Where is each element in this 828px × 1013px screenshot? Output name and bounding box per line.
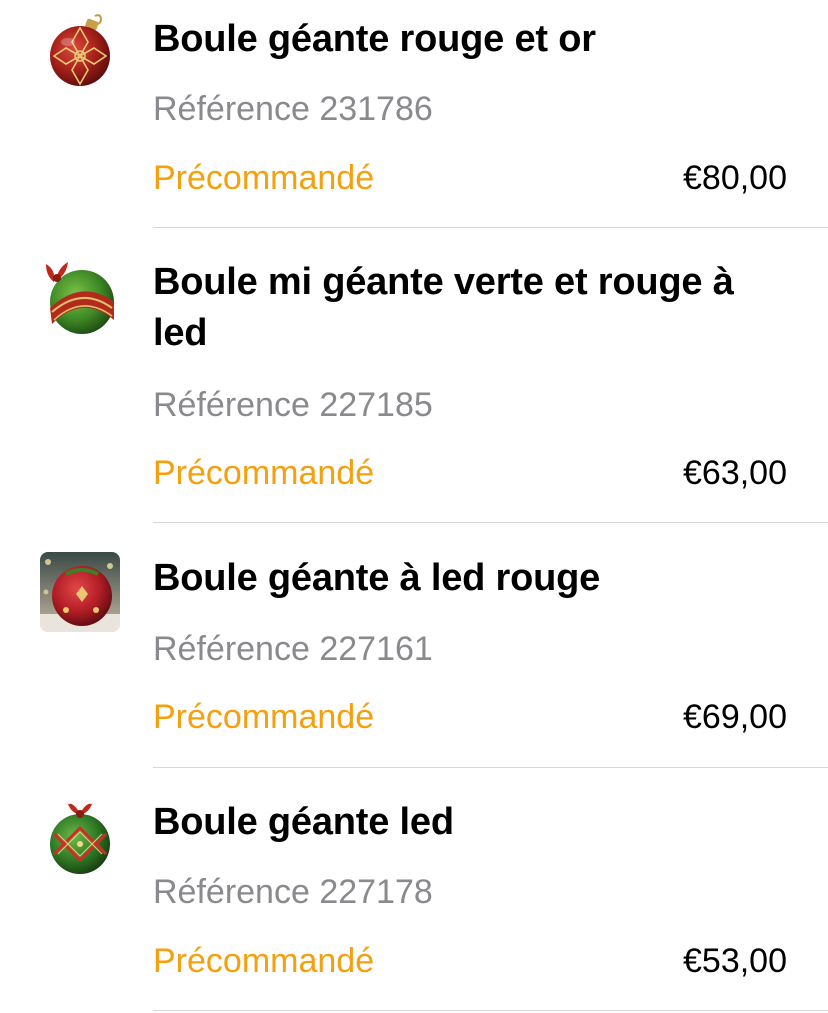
- product-reference: Référence 227178: [153, 873, 433, 911]
- status-badge: Précommandé: [153, 698, 375, 736]
- product-list: Boule géante rouge et or Référence 23178…: [0, 0, 828, 1013]
- red-led-ornament-photo-icon: [40, 552, 120, 632]
- list-item[interactable]: Boule géante led Référence 227178 Précom…: [0, 768, 828, 1013]
- product-price: €53,00: [683, 942, 787, 980]
- divider: [153, 522, 828, 523]
- product-title: Boule géante à led rouge: [153, 557, 601, 599]
- product-reference: Référence 227161: [153, 630, 433, 668]
- product-price: €80,00: [683, 159, 787, 197]
- green-red-ornament-icon: [40, 258, 120, 338]
- status-badge: Précommandé: [153, 454, 375, 492]
- product-title: Boule géante rouge et or: [153, 18, 596, 60]
- product-title: Boule géante led: [153, 801, 454, 843]
- list-item[interactable]: Boule géante à led rouge Référence 22716…: [0, 524, 828, 768]
- red-gold-ornament-icon: [40, 12, 120, 92]
- green-led-ornament-icon: [40, 798, 120, 878]
- product-price: €63,00: [683, 454, 787, 492]
- product-title: Boule mi géante verte et rouge à led: [153, 261, 734, 354]
- list-item[interactable]: Boule géante rouge et or Référence 23178…: [0, 0, 828, 228]
- status-badge: Précommandé: [153, 942, 375, 980]
- product-reference: Référence 231786: [153, 90, 433, 128]
- status-badge: Précommandé: [153, 159, 375, 197]
- product-reference: Référence 227185: [153, 386, 433, 424]
- product-price: €69,00: [683, 698, 787, 736]
- list-item[interactable]: Boule mi géante verte et rouge à led Réf…: [0, 228, 828, 524]
- divider: [153, 1010, 828, 1011]
